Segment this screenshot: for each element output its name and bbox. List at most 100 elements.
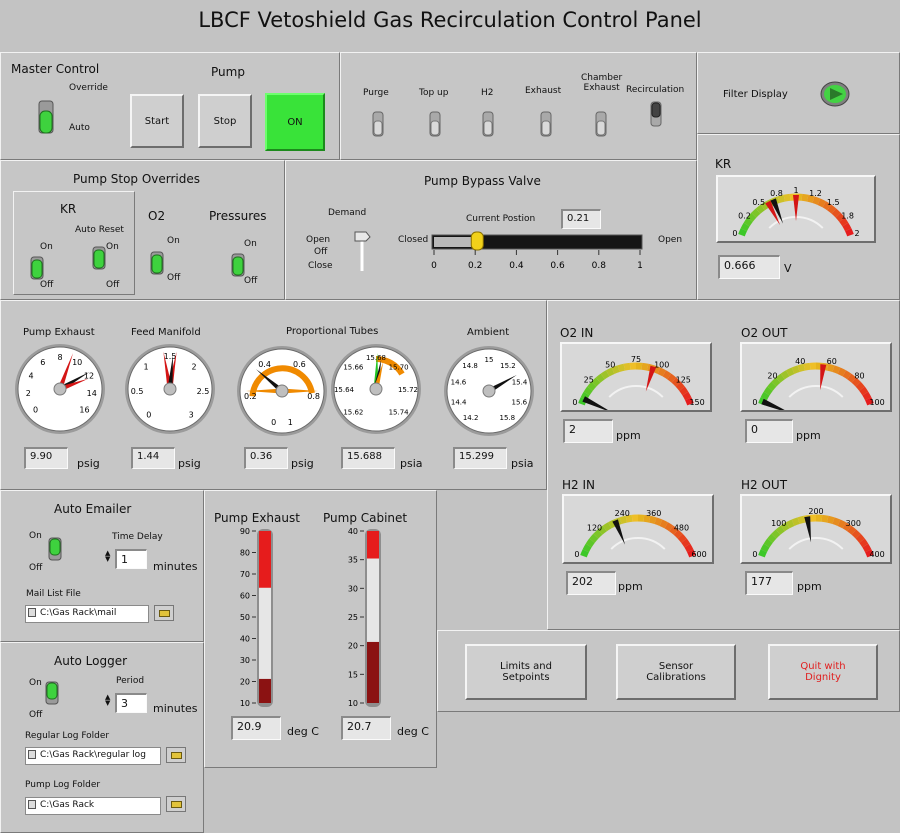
pump-start-button[interactable]: Start (130, 94, 184, 148)
limits-setpoints-button[interactable]: Limits and Setpoints (465, 644, 587, 700)
meter-color-segment (619, 515, 628, 525)
meter-color-segment (801, 193, 809, 202)
topup-toggle[interactable] (429, 111, 441, 137)
meter-tick-label: 40 (795, 357, 805, 366)
quit-button[interactable]: Quit with Dignity (768, 644, 878, 700)
period-spinner-icon[interactable]: ▲ ▼ (105, 694, 110, 707)
meter-inner-arc (610, 537, 666, 550)
pressures-override-toggle[interactable] (231, 253, 245, 277)
thermo-tick-label: 15 (348, 670, 358, 679)
pressures-off-label: Off (244, 276, 258, 286)
prop-tube-1-value: 0.36 (244, 447, 288, 469)
meter-tick-label: 200 (808, 507, 823, 516)
bypass-title: Pump Bypass Valve (424, 174, 541, 188)
meter-color-segment (648, 515, 657, 525)
thermo-band (367, 531, 379, 559)
meter-color-segment (763, 538, 773, 548)
time-delay-input[interactable]: 1 (115, 549, 147, 569)
thermo-tick-label: 35 (348, 556, 358, 565)
pressure-dials-panel: Pump Exhaust Feed Manifold Proportional … (0, 300, 547, 490)
regular-log-browse-folder-icon[interactable] (166, 747, 186, 763)
meter-tick-label: 125 (676, 375, 691, 384)
dial-tick-label: 0.2 (244, 392, 257, 401)
prop-tube-2-dial: 15.62 15.64 15.6615.6815.70 15.72 15.74 (331, 344, 421, 434)
meter-tick-label: 0 (752, 398, 757, 407)
meter-tick-label: 50 (605, 360, 615, 369)
logger-on-label: On (29, 678, 42, 688)
kr-override-toggle[interactable] (30, 256, 44, 280)
o2-off-label: Off (167, 273, 181, 283)
thermo-tick-label: 90 (240, 527, 250, 536)
ambient-unit: psia (511, 457, 534, 470)
meter-color-segment (851, 377, 861, 387)
meter-color-segment (771, 377, 781, 387)
bypass-tick-label: 0.8 (592, 261, 607, 271)
meter-color-segment (837, 519, 846, 529)
quit-label: Quit with Dignity (800, 661, 846, 683)
dial-tick-label: 15.74 (389, 409, 410, 417)
temperatures-panel: Pump Exhaust Pump Cabinet 10 20 30 40 50 60 70… (204, 490, 437, 768)
time-delay-label: Time Delay (112, 532, 163, 542)
pump-log-path[interactable]: C:\Gas Rack (25, 797, 161, 815)
auto-logger-toggle[interactable] (45, 681, 59, 705)
purge-label: Purge (363, 88, 389, 98)
mail-list-path[interactable]: C:\Gas Rack\mail (25, 605, 149, 623)
o2-override-toggle[interactable] (150, 251, 164, 275)
auto-emailer-toggle[interactable] (48, 537, 62, 561)
demand-slider[interactable] (352, 229, 372, 273)
h2-toggle[interactable] (482, 111, 494, 137)
meter-color-segment (797, 363, 806, 373)
exhaust-toggle[interactable] (540, 111, 552, 137)
dial-tick-label: 1 (288, 418, 293, 427)
meter-color-segment (791, 365, 800, 374)
meter-tick-label: 600 (691, 550, 706, 559)
sensor-label: Sensor Calibrations (646, 661, 706, 683)
period-label: Period (116, 676, 145, 686)
demand-label: Demand (328, 208, 367, 218)
pump-on-indicator[interactable]: ON (265, 93, 325, 151)
auto-reset-toggle[interactable] (92, 246, 106, 270)
on-label: ON (287, 116, 303, 128)
regular-log-path[interactable]: C:\Gas Rack\regular log (25, 747, 161, 765)
pump-log-browse-folder-icon[interactable] (166, 796, 186, 812)
bypass-tick-label: 0 (431, 261, 437, 271)
kr-meter-label: KR (715, 157, 732, 171)
dial-tick-label: 14.8 (462, 362, 478, 370)
pump-cabinet-thermometer: 10 15 20 25 30 35 40 (348, 527, 381, 708)
recirculation-toggle[interactable] (650, 101, 662, 127)
master-control-toggle[interactable] (37, 99, 55, 135)
autoreset-on-label: On (106, 242, 119, 252)
meter-color-segment (667, 373, 677, 383)
thermo-tick-label: 80 (240, 549, 250, 558)
chamber-exhaust-toggle[interactable] (595, 111, 607, 137)
kr-override-label: KR (60, 202, 77, 216)
thermo-band (259, 531, 271, 588)
meter-color-segment (682, 391, 692, 401)
master-control-label: Master Control (11, 62, 100, 76)
period-input[interactable]: 3 (115, 693, 147, 713)
meter-color-segment (673, 529, 683, 539)
h2-out-gauge: 0 100 200 300 400 (740, 494, 892, 564)
dial-tick-label: 2 (191, 362, 196, 371)
pump-exhaust-temp-value: 20.9 (231, 716, 281, 740)
o2-in-value: 2 (563, 419, 613, 443)
purge-toggle[interactable] (372, 111, 384, 137)
meter-color-segment (827, 204, 837, 214)
auto-label: Auto (69, 123, 90, 133)
o2-out-value: 0 (745, 419, 793, 443)
filter-display-button[interactable] (820, 80, 850, 108)
meter-color-segment (832, 517, 841, 526)
time-delay-spinner-icon[interactable]: ▲ ▼ (105, 550, 110, 563)
meter-color-segment (679, 386, 689, 396)
meter-tick-label: 480 (674, 524, 689, 533)
auto-reset-label: Auto Reset (75, 225, 124, 235)
logger-minutes-label: minutes (153, 702, 198, 715)
prop-tube-2-value: 15.688 (341, 447, 395, 469)
sensor-calibrations-button[interactable]: Sensor Calibrations (616, 644, 736, 700)
emailer-off-label: Off (29, 563, 43, 573)
mail-list-browse-folder-icon[interactable] (154, 605, 174, 621)
meter-tick-label: 75 (631, 355, 641, 364)
meter-color-segment (786, 367, 795, 377)
pump-stop-button[interactable]: Stop (198, 94, 252, 148)
stop-label: Stop (213, 115, 237, 127)
